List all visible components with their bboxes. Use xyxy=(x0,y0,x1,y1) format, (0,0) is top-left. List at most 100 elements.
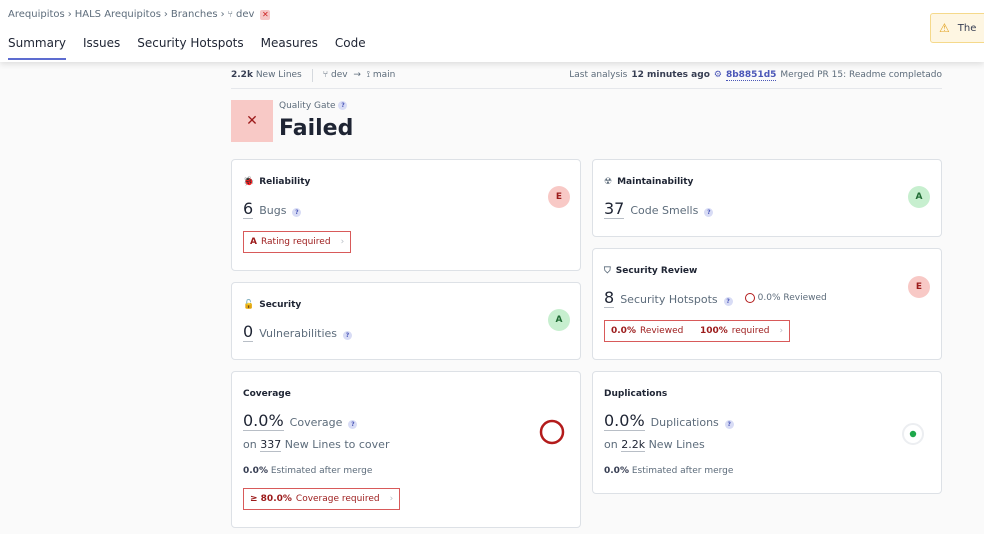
vulnerabilities-metric: 0 Vulnerabilities ? xyxy=(243,323,353,342)
security-review-title: ⛉ Security Review xyxy=(604,266,697,276)
top-bar: Arequipitos › HALS Arequipitos › Branche… xyxy=(0,0,984,62)
duplications-title: Duplications xyxy=(604,389,667,399)
help-icon[interactable]: ? xyxy=(704,208,714,217)
tab-security-hotspots[interactable]: Security Hotspots xyxy=(137,36,243,60)
tab-summary[interactable]: Summary xyxy=(8,36,66,60)
duplications-estimate-label: Estimated after merge xyxy=(631,466,734,476)
breadcrumb-branch[interactable]: dev xyxy=(236,9,254,20)
last-analysis-label: Last analysis xyxy=(569,70,628,80)
security-title: 🔓 Security xyxy=(243,300,301,310)
maintainability-title-text: Maintainability xyxy=(617,177,694,187)
breadcrumb-branches[interactable]: Branches xyxy=(171,9,218,20)
nav-tabs: Summary Issues Security Hotspots Measure… xyxy=(8,36,366,60)
commit-link[interactable]: 8b8851d5 xyxy=(725,70,777,81)
reliability-card: 🐞 Reliability 6 Bugs ? E A Rating requir… xyxy=(231,159,581,271)
vulnerabilities-count[interactable]: 0 xyxy=(243,323,254,342)
code-smells-count[interactable]: 37 xyxy=(604,200,625,219)
coverage-lines-count[interactable]: 337 xyxy=(260,438,282,452)
help-icon[interactable]: ? xyxy=(343,331,353,340)
reliability-rating[interactable]: E xyxy=(548,186,570,208)
arrow-right-icon: → xyxy=(353,70,361,80)
reviewed-ring-icon xyxy=(744,293,755,303)
quality-gate-icon: ✕ xyxy=(231,100,273,142)
bug-icon: 🐞 xyxy=(243,177,255,187)
reliability-condition[interactable]: A Rating required › xyxy=(243,231,352,253)
security-title-text: Security xyxy=(259,300,302,310)
coverage-estimate-value: 0.0% xyxy=(243,466,268,476)
duplications-lines-count[interactable]: 2.2k xyxy=(621,438,646,452)
duplications-label: Duplications xyxy=(650,416,719,429)
coverage-title: Coverage xyxy=(243,389,291,399)
coverage-metric: 0.0% Coverage ? xyxy=(243,412,358,431)
last-analysis-time: 12 minutes ago xyxy=(631,70,710,80)
duplications-estimate-value: 0.0% xyxy=(604,466,629,476)
duplications-estimate: 0.0% Estimated after merge xyxy=(604,466,733,476)
lock-icon: 🔓 xyxy=(243,300,255,310)
tab-code[interactable]: Code xyxy=(335,36,366,60)
duplications-lines: on 2.2k New Lines xyxy=(604,438,705,452)
warning-text: The xyxy=(957,22,977,34)
security-review-title-text: Security Review xyxy=(615,266,698,276)
chevron-right-icon: › xyxy=(389,494,394,504)
tab-measures[interactable]: Measures xyxy=(261,36,318,60)
branch-icon: ⑂ xyxy=(322,70,329,80)
reliability-title: 🐞 Reliability xyxy=(243,177,310,187)
gear-icon: ⚙ xyxy=(713,70,722,80)
duplications-lines-prefix: on xyxy=(604,438,618,451)
duplications-lines-label: New Lines xyxy=(648,438,705,451)
help-icon[interactable]: ? xyxy=(723,297,733,306)
security-hotspots-label: Security Hotspots xyxy=(620,293,718,306)
condition-rating: A xyxy=(250,237,257,247)
reliability-title-text: Reliability xyxy=(259,177,311,187)
condition-reviewed-label: Reviewed xyxy=(639,326,684,336)
breadcrumb-org[interactable]: Arequipitos xyxy=(8,9,65,20)
breadcrumb-project[interactable]: HALS Arequipitos xyxy=(75,9,161,20)
coverage-estimate: 0.0% Estimated after merge xyxy=(243,466,372,476)
coverage-title-text: Coverage xyxy=(243,389,291,399)
duplications-title-text: Duplications xyxy=(604,389,668,399)
new-lines-label: New Lines xyxy=(255,70,302,80)
bugs-label: Bugs xyxy=(259,204,287,217)
duplications-metric: 0.0% Duplications ? xyxy=(604,412,734,431)
breadcrumb-separator: › xyxy=(163,9,168,20)
security-review-condition[interactable]: 0.0% Reviewed 100% required › xyxy=(604,320,791,342)
security-review-rating[interactable]: E xyxy=(908,276,930,298)
coverage-lines: on 337 New Lines to cover xyxy=(243,438,390,452)
analysis-details: Last analysis 12 minutes ago ⚙ 8b8851d5 … xyxy=(569,70,942,81)
merged-text: Merged PR 15: Readme completado xyxy=(780,70,942,80)
branch-icon: ⑂ xyxy=(227,9,233,20)
reviewed-indicator: 0.0% Reviewed xyxy=(744,293,827,303)
bugs-count[interactable]: 6 xyxy=(243,200,254,219)
coverage-donut-icon[interactable] xyxy=(539,419,565,445)
coverage-lines-label: New Lines to cover xyxy=(284,438,390,451)
help-icon[interactable]: ? xyxy=(292,208,302,217)
security-rating[interactable]: A xyxy=(548,309,570,331)
warning-banner[interactable]: ⚠ The xyxy=(930,13,984,43)
condition-reviewed-value: 0.0% xyxy=(611,326,636,336)
help-icon[interactable]: ? xyxy=(348,420,358,429)
help-icon[interactable]: ? xyxy=(724,420,734,429)
duplications-indicator-icon[interactable] xyxy=(901,422,925,446)
new-lines-count: 2.2k xyxy=(231,70,253,80)
tab-issues[interactable]: Issues xyxy=(83,36,120,60)
coverage-lines-prefix: on xyxy=(243,438,257,451)
condition-required-value: 100% xyxy=(699,326,728,336)
branch-to: main xyxy=(372,70,396,80)
condition-text: Rating required xyxy=(260,237,331,247)
security-review-card: ⛉ Security Review 8 Security Hotspots ? … xyxy=(592,248,942,360)
code-smells-metric: 37 Code Smells ? xyxy=(604,200,714,219)
code-smells-label: Code Smells xyxy=(630,204,699,217)
coverage-condition[interactable]: ≥ 80.0% Coverage required › xyxy=(243,488,401,510)
help-icon[interactable]: ? xyxy=(338,101,348,110)
close-icon[interactable]: ✕ xyxy=(260,9,271,20)
coverage-value[interactable]: 0.0% xyxy=(243,412,284,431)
maintainability-title: ☢ Maintainability xyxy=(604,177,693,187)
duplications-value[interactable]: 0.0% xyxy=(604,412,645,431)
branch-from: dev xyxy=(331,70,348,80)
security-card: 🔓 Security 0 Vulnerabilities ? A xyxy=(231,282,581,360)
reviewed-text: 0.0% Reviewed xyxy=(757,293,827,303)
breadcrumb: Arequipitos › HALS Arequipitos › Branche… xyxy=(8,9,271,20)
maintainability-rating[interactable]: A xyxy=(908,186,930,208)
security-hotspots-count[interactable]: 8 xyxy=(604,289,615,308)
quality-gate-status: Failed xyxy=(279,116,354,141)
